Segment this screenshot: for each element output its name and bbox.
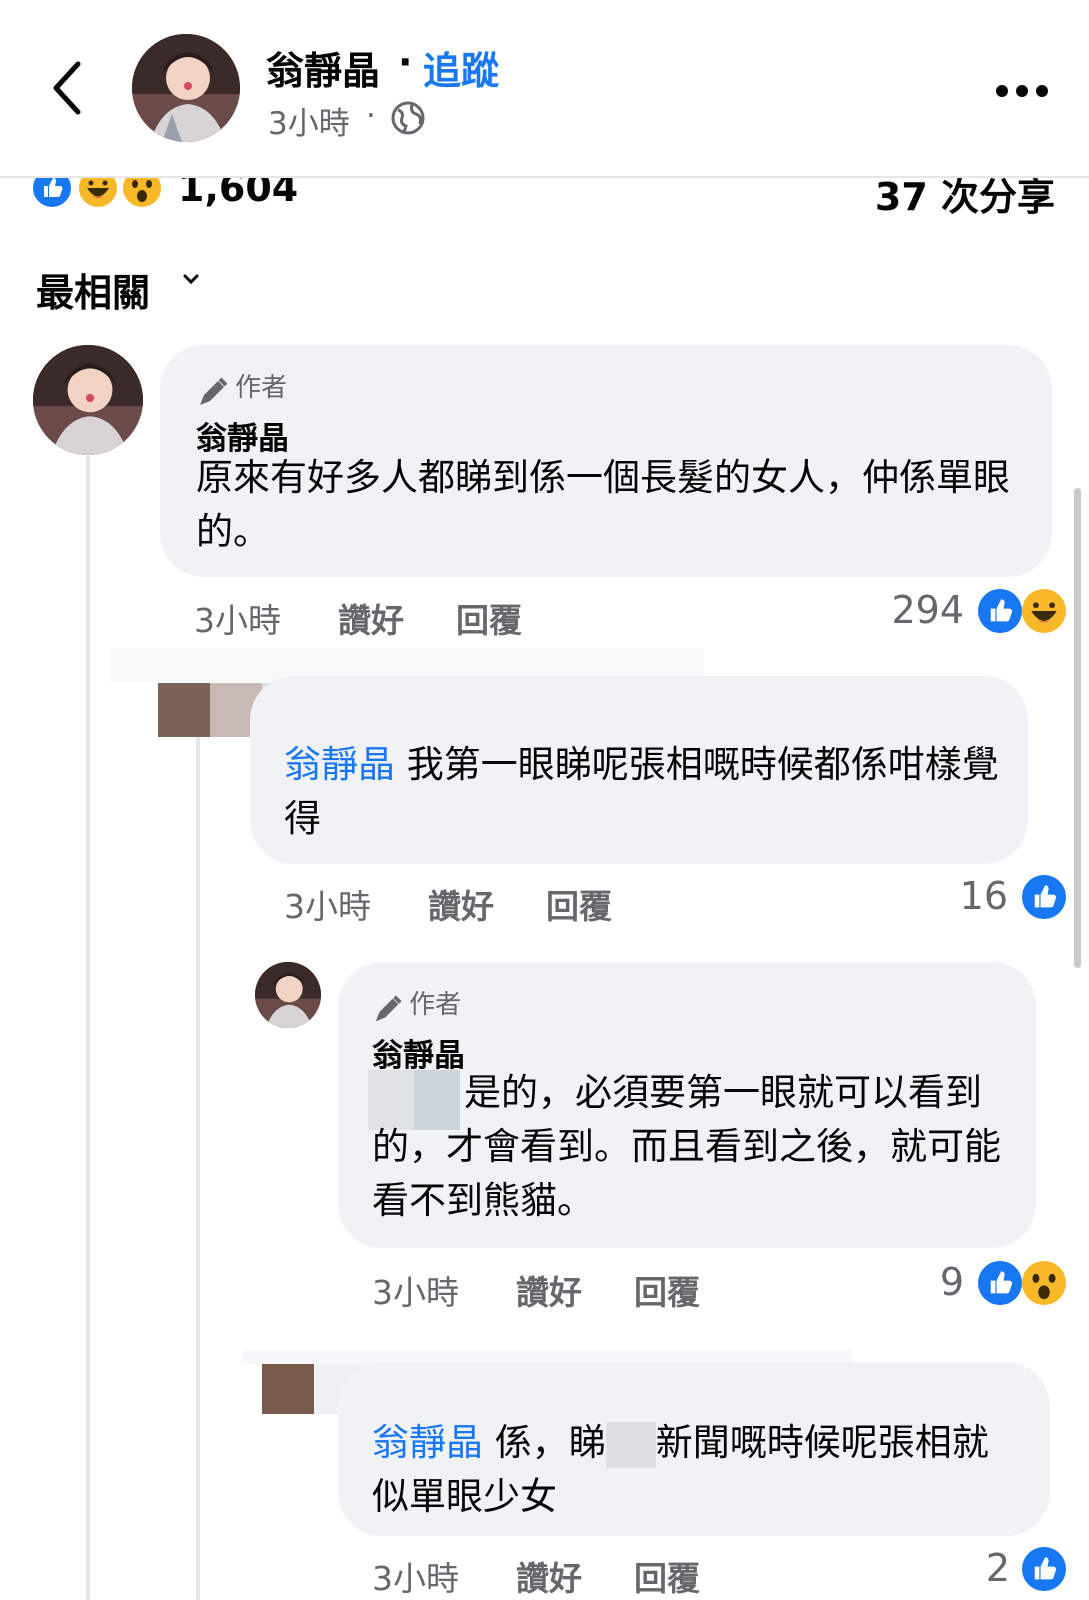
comment-time[interactable]: 3小時 xyxy=(284,880,371,928)
chevron-left-icon xyxy=(53,61,81,115)
like-button[interactable]: 讚好 xyxy=(338,594,404,642)
comment-time[interactable]: 3小時 xyxy=(372,1266,459,1314)
comment-time[interactable]: 3小時 xyxy=(194,594,281,642)
time-separator: · xyxy=(366,98,376,134)
like-button[interactable]: 讚好 xyxy=(516,1266,582,1314)
comment-bubble[interactable]: 翁靜晶 我第一眼睇呢張相嘅時候都係咁樣覺得 xyxy=(250,676,1028,864)
reply-button[interactable]: 回覆 xyxy=(456,594,522,642)
reply-button[interactable]: 回覆 xyxy=(546,880,612,928)
pencil-icon xyxy=(200,377,228,405)
post-header: 翁靜晶 · 追蹤 3小時 · xyxy=(0,0,1089,178)
comment-reaction-count[interactable]: 2 xyxy=(930,1546,1010,1590)
mention-link[interactable]: 翁靜晶 xyxy=(372,1421,483,1464)
thread-line xyxy=(196,732,200,992)
author-badge: 作者 xyxy=(372,984,461,1025)
comment-sort-label[interactable]: 最相關 xyxy=(36,262,150,317)
comment-reaction-count[interactable]: 16 xyxy=(908,874,1008,918)
comment-text: 係，睇 xyxy=(494,1421,606,1464)
wow-icon xyxy=(1022,1261,1066,1305)
thread-line xyxy=(196,990,200,1600)
comment-text: 是的，必須要第一眼就可以看到的，才會看到。而且看到之後，就可能看不到熊貓。 xyxy=(372,1071,1001,1222)
like-button[interactable]: 讚好 xyxy=(516,1552,582,1600)
comment-bubble[interactable]: 作者 翁靜晶 原來有好多人都睇到係一個長髮的女人，仲係單眼的。 xyxy=(160,345,1052,577)
comment-text: 原來有好多人都睇到係一個長髮的女人，仲係單眼的。 xyxy=(196,456,1010,553)
like-icon xyxy=(978,1261,1022,1305)
commenter-avatar[interactable] xyxy=(33,345,143,455)
reply-button[interactable]: 回覆 xyxy=(634,1552,700,1600)
like-icon xyxy=(978,589,1022,633)
more-horizontal-icon xyxy=(996,85,1008,97)
redacted-word xyxy=(605,1421,656,1468)
thread-line xyxy=(86,454,90,1600)
author-badge-label: 作者 xyxy=(235,373,288,403)
like-icon xyxy=(1022,875,1066,919)
author-badge-label: 作者 xyxy=(409,990,462,1020)
back-button[interactable] xyxy=(48,58,86,118)
author-badge: 作者 xyxy=(196,367,287,409)
commenter-avatar[interactable] xyxy=(255,962,321,1028)
globe-icon xyxy=(390,100,426,136)
comment-time[interactable]: 3小時 xyxy=(372,1552,459,1600)
author-name[interactable]: 翁靜晶 xyxy=(266,40,380,95)
like-icon xyxy=(1022,1547,1066,1591)
post-time[interactable]: 3小時 xyxy=(268,98,350,143)
comment-bubble[interactable]: 翁靜晶 係，睇 新聞嘅時候呢張相就似單眼少女 xyxy=(338,1362,1050,1536)
reply-button[interactable]: 回覆 xyxy=(634,1266,700,1314)
header-separator: · xyxy=(398,40,413,84)
chevron-down-icon[interactable] xyxy=(180,268,202,290)
comment-bubble[interactable]: 作者 翁靜晶 是的，必須要第一眼就可以看到的，才會看到。而且看到之後，就可能看不… xyxy=(338,962,1036,1248)
author-avatar[interactable] xyxy=(132,34,240,142)
follow-button[interactable]: 追蹤 xyxy=(423,40,499,95)
mention-link[interactable]: 翁靜晶 xyxy=(284,743,395,786)
comment-reaction-count[interactable]: 294 xyxy=(856,588,964,632)
pencil-icon xyxy=(375,994,402,1021)
more-options-button[interactable] xyxy=(996,82,1056,101)
haha-icon xyxy=(1022,589,1066,633)
comment-reaction-count[interactable]: 9 xyxy=(880,1260,964,1304)
like-button[interactable]: 讚好 xyxy=(428,880,494,928)
scrollbar[interactable] xyxy=(1074,488,1081,968)
